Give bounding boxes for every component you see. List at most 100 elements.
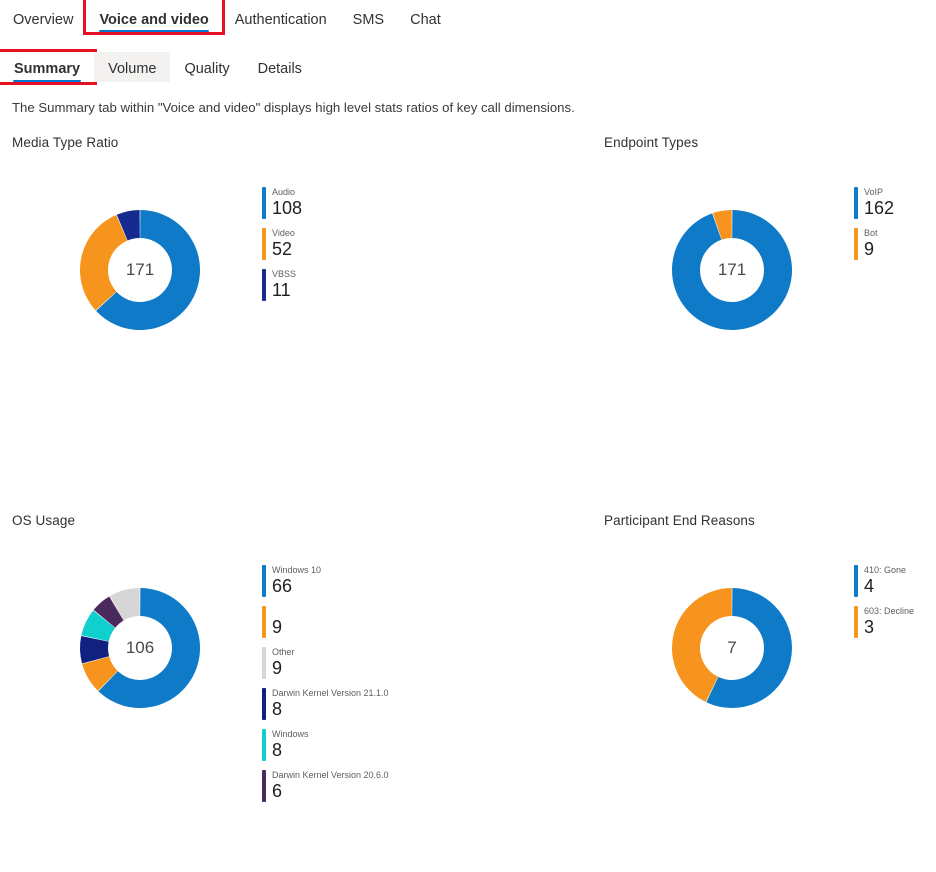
subtab-summary[interactable]: Summary	[0, 49, 98, 85]
legend-value: 3	[864, 617, 875, 637]
legend-color-swatch	[262, 688, 266, 720]
legend-item[interactable]: VoIP 162	[854, 187, 894, 219]
chart-title: Endpoint Types	[604, 135, 699, 150]
legend-item[interactable]: Audio 108	[262, 187, 302, 219]
legend-color-swatch	[262, 606, 266, 638]
legend-value: 52	[272, 239, 293, 259]
chart-panel-os-usage: OS Usage 106 Windows 10 66 9 Other 9 Darwin Ker…	[12, 512, 432, 872]
legend-color-swatch	[262, 187, 266, 219]
legend-color-swatch	[262, 729, 266, 761]
legend-label: Audio	[272, 187, 296, 197]
legend-item[interactable]: Windows 10 66	[262, 565, 389, 597]
legend-value: 9	[272, 617, 283, 637]
tab-authentication[interactable]: Authentication	[222, 0, 340, 32]
legend-value: 66	[272, 576, 293, 596]
legend-item[interactable]: 410: Gone 4	[854, 565, 914, 597]
subtab-volume[interactable]: Volume	[94, 52, 171, 82]
tab-overview[interactable]: Overview	[0, 0, 86, 32]
legend-color-swatch	[262, 647, 266, 679]
legend-item[interactable]: Darwin Kernel Version 21.1.0 8	[262, 688, 389, 720]
subtab-selected-underline	[13, 79, 82, 82]
subtab-quality[interactable]: Quality	[170, 52, 243, 82]
chart-body: 106 Windows 10 66 9 Other 9 Darwin Kernel Vers…	[12, 542, 432, 802]
legend-item[interactable]: 603: Decline 3	[854, 606, 914, 638]
legend-text-group: VoIP 162	[864, 187, 894, 219]
tab-label: Authentication	[234, 12, 327, 28]
chart-title: Participant End Reasons	[604, 513, 755, 528]
legend-color-swatch	[262, 269, 266, 301]
legend-item[interactable]: Video 52	[262, 228, 302, 260]
legend-item[interactable]: VBSS 11	[262, 269, 302, 301]
legend-value: 162	[864, 198, 895, 218]
legend-color-swatch	[262, 770, 266, 802]
legend-color-swatch	[854, 187, 858, 219]
legend-label	[272, 606, 282, 617]
legend-value: 8	[272, 740, 283, 760]
legend-color-swatch	[262, 228, 266, 260]
donut-center-total: 106	[125, 638, 155, 657]
legend-value: 6	[272, 781, 283, 801]
legend-text-group: Windows 10 66	[272, 565, 321, 597]
donut-center-total: 171	[125, 260, 155, 279]
secondary-tab-strip: Summary Volume Quality Details	[0, 49, 316, 88]
legend-label: Other	[272, 647, 295, 657]
legend-label: Windows 10	[272, 565, 322, 575]
tab-voice-and-video[interactable]: Voice and video	[83, 0, 225, 35]
tab-sms[interactable]: SMS	[340, 0, 397, 32]
legend-item[interactable]: Other 9	[262, 647, 389, 679]
legend-item[interactable]: Bot 9	[854, 228, 894, 260]
chart-legend: Windows 10 66 9 Other 9 Darwin Kernel Version…	[262, 565, 389, 811]
legend-label: VoIP	[864, 187, 884, 197]
legend-item[interactable]: Windows 8	[262, 729, 389, 761]
legend-text-group: Video 52	[272, 228, 295, 260]
donut-center-total: 171	[717, 260, 747, 279]
donut-container: 171	[30, 164, 270, 384]
legend-item[interactable]: Darwin Kernel Version 20.6.0 6	[262, 770, 389, 802]
chart-title: Media Type Ratio	[12, 135, 119, 150]
legend-text-group: 9	[272, 606, 282, 638]
chart-panel-media-type-ratio: Media Type Ratio 171 Audio 108 Video 52 VBSS 11	[12, 134, 432, 494]
subtab-label: Volume	[108, 61, 157, 77]
legend-label: VBSS	[272, 269, 297, 279]
legend-label: Darwin Kernel Version 21.1.0	[272, 688, 389, 698]
legend-label: Darwin Kernel Version 20.6.0	[272, 770, 389, 780]
legend-color-swatch	[854, 565, 858, 597]
legend-value: 108	[272, 198, 303, 218]
tab-chat[interactable]: Chat	[397, 0, 454, 32]
legend-text-group: Windows 8	[272, 729, 309, 761]
legend-text-group: Audio 108	[272, 187, 302, 219]
subtab-details[interactable]: Details	[244, 52, 316, 82]
legend-label: 603: Decline	[864, 606, 915, 616]
legend-label: Windows	[272, 729, 309, 739]
chart-legend: Audio 108 Video 52 VBSS 11	[262, 187, 302, 310]
chart-title: OS Usage	[12, 513, 76, 528]
legend-value: 4	[864, 576, 875, 596]
chart-body: 171 VoIP 162 Bot 9	[604, 164, 936, 394]
legend-text-group: Other 9	[272, 647, 295, 679]
donut-container: 7	[622, 542, 862, 762]
primary-tab-strip: Overview Voice and video Authentication SMS…	[0, 0, 454, 42]
legend-text-group: Darwin Kernel Version 20.6.0 6	[272, 770, 389, 802]
legend-color-swatch	[854, 228, 858, 260]
chart-body: 171 Audio 108 Video 52 VBSS 11	[12, 164, 432, 394]
legend-value: 9	[272, 658, 283, 678]
donut-container: 106	[30, 542, 270, 762]
chart-panel-endpoint-types: Endpoint Types 171 VoIP 162 Bot 9	[604, 134, 936, 494]
chart-legend: VoIP 162 Bot 9	[854, 187, 894, 269]
tab-selected-underline	[99, 29, 209, 32]
page-description: The Summary tab within "Voice and video"…	[12, 100, 575, 115]
legend-color-swatch	[262, 565, 266, 597]
chart-panel-participant-end-reasons: Participant End Reasons 7 410: Gone 4 603: D…	[604, 512, 936, 872]
legend-item[interactable]: 9	[262, 606, 389, 638]
legend-value: 9	[864, 239, 875, 259]
legend-text-group: 410: Gone 4	[864, 565, 906, 597]
legend-value: 8	[272, 699, 283, 719]
legend-text-group: Bot 9	[864, 228, 878, 260]
tab-label: Voice and video	[99, 12, 209, 28]
tab-label: Overview	[13, 12, 74, 28]
legend-label: Bot	[864, 228, 878, 238]
chart-body: 7 410: Gone 4 603: Decline 3	[604, 542, 936, 772]
subtab-label: Details	[257, 61, 302, 77]
legend-label: 410: Gone	[864, 565, 907, 575]
legend-color-swatch	[854, 606, 858, 638]
